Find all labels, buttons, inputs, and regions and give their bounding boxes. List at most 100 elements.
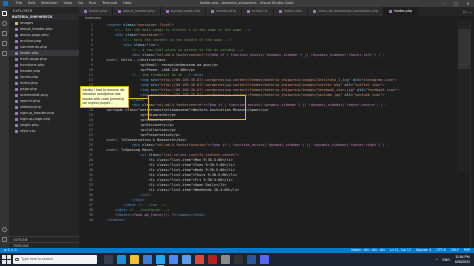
settings-icon[interactable] [221, 255, 230, 264]
edge-icon[interactable] [117, 255, 126, 264]
code-line[interactable]: 25 <div class="col-md-4 footerlocation">… [79, 143, 474, 148]
keyboard-language[interactable]: ENG [443, 258, 450, 262]
minimize-button[interactable]: – [438, 0, 450, 7]
vscode-icon[interactable] [156, 255, 165, 266]
code-line[interactable]: 30 <li class="list-item">Weds 9:30-5:00<… [79, 168, 474, 173]
menu-help[interactable]: Help [123, 0, 131, 7]
code-line[interactable]: 3 <div class="container"> [79, 33, 474, 38]
code-line[interactable]: 2 <!-- Set the main image to stretch s t… [79, 28, 474, 33]
line-number: 39 [88, 213, 93, 217]
code-line[interactable]: 31 <li class="list-item">Thurs 9:30-5:00… [79, 173, 474, 178]
menu-terminal[interactable]: Terminal [102, 0, 117, 7]
code-editor[interactable]: 40 </footer> 39 <footer><?php wp_footer()… [79, 21, 474, 248]
word-icon[interactable] [247, 255, 256, 264]
menu-selection[interactable]: Selection [41, 0, 58, 7]
code-token: src= [150, 78, 160, 82]
code-line[interactable]: 36 </div> [79, 198, 474, 203]
code-line[interactable]: 12 <img src="http://00.109.45.07/.wordpr… [79, 78, 474, 83]
store-icon[interactable] [169, 255, 178, 264]
maximize-button[interactable]: □ [450, 0, 462, 7]
search-icon[interactable] [2, 21, 7, 26]
code-line[interactable]: 11 <!-- img thumbnail bs-sh --> <div> [79, 73, 474, 78]
code-line[interactable]: 17 <div class="col-md-4 footercentre"><?… [79, 103, 474, 108]
gear-icon[interactable] [2, 237, 7, 242]
run-debug-icon[interactable] [2, 41, 7, 46]
menu-view[interactable]: View [64, 0, 73, 7]
code-line[interactable]: 33 <li class="list-item">Open Daily</li> [79, 183, 474, 188]
code-line[interactable]: 37 </div> <!-- /row --> [79, 203, 474, 208]
code-line[interactable]: 1 <footer class="container-fluid"> [79, 23, 474, 28]
photos-icon[interactable] [182, 255, 191, 264]
editor-tab[interactable]: about_header.php [112, 7, 161, 16]
code-line[interactable]: 34 <li class="list-item">Weekends 10-4:0… [79, 188, 474, 193]
code-line[interactable]: 29 <li class="list-item">Tues 9:30-5:00<… [79, 163, 474, 168]
code-line[interactable]: 24 endif; ?>Conservation & Research</div… [79, 138, 474, 143]
menu-file[interactable]: File [16, 0, 22, 7]
code-line[interactable]: 35 </ul> [79, 193, 474, 198]
filezilla-icon[interactable] [208, 255, 217, 264]
code-line[interactable]: 6 <!-- a row that gives us access to the… [79, 48, 474, 53]
terminal-icon[interactable] [234, 255, 243, 264]
editor-tab[interactable]: index.html [273, 7, 309, 16]
code-line[interactable]: 19 <p>Shipwrecks</p> [79, 113, 474, 118]
menu-go[interactable]: Go [78, 0, 83, 7]
file-item[interactable]: style.css [9, 128, 79, 134]
code-line[interactable]: 39 <footer><?php wp_footer(); ?></body><… [79, 213, 474, 218]
code-token: <div [98, 33, 126, 37]
code-line[interactable]: 9 <p>Email: reception@museum.wa.gov</p> [79, 63, 474, 68]
minimap[interactable] [458, 21, 470, 171]
account-icon[interactable] [2, 227, 7, 232]
windows-start-icon[interactable] [2, 255, 11, 264]
code-token: ><?php if ( function_exists('dynamic_sid… [205, 53, 385, 57]
editor-actions[interactable]: ▷ … [464, 7, 472, 16]
code-token: <li class="list-item">Thurs 9:30-5:00</l… [98, 173, 238, 177]
clock-date: 6/06/2022 [454, 259, 470, 264]
editor-tab[interactable]: signup-page.php [160, 7, 207, 16]
code-line[interactable]: 8 endif; hello--->Instructions [79, 58, 474, 63]
chevron-up-icon[interactable]: ^ [436, 258, 438, 262]
editor-tab[interactable]: header.php [206, 7, 242, 16]
code-line[interactable]: 10 <p>Phone: +208 120 400</p> [79, 68, 474, 73]
code-line[interactable]: 28 <li class="list-item">Mon 9:30-5:00</… [79, 158, 474, 163]
code-line[interactable]: 13 <img src="http://00.109.45.07/.wordpr… [79, 83, 474, 88]
code-line[interactable]: 22 <p>Collection</p> [79, 128, 474, 133]
chrome-icon[interactable] [195, 255, 204, 264]
code-line[interactable]: 14 <img src="http://00.109.45.07/.wordpr… [79, 88, 474, 93]
mail-icon[interactable] [143, 255, 152, 264]
editor-tab[interactable]: class-wp-bootstrap-navwalker.php [308, 7, 385, 16]
task-view-icon[interactable] [104, 255, 113, 264]
php-file-icon [313, 10, 317, 13]
code-line[interactable]: 23 <p>Preservation</p> [79, 133, 474, 138]
menu-run[interactable]: Run [89, 0, 96, 7]
line-number: 18 [88, 108, 93, 112]
clock[interactable]: 11:54 PM 6/06/2022 [455, 255, 470, 263]
editor-scrollbar[interactable] [470, 21, 474, 248]
menu-edit[interactable]: Edit [28, 0, 35, 7]
code-line[interactable]: 21 <p>Discovery</p> [79, 123, 474, 128]
editor-tabs: footer.php about_header.php signup-page.ph… [79, 7, 474, 16]
code-line[interactable]: 40 </footer> [79, 218, 474, 223]
tab-label: script1.js [251, 9, 268, 13]
code-line[interactable]: 18 <p><span class="westernaustralianmuse… [79, 108, 474, 113]
code-line[interactable]: 32 <li class="list-item">Fri 9:30-5:00</… [79, 178, 474, 183]
editor-tab[interactable]: script1.js [241, 7, 274, 16]
code-line[interactable]: 27 <ul class="list-inline justify-conten… [79, 153, 474, 158]
code-line[interactable]: 4 <!-- hold the content in the middle of… [79, 38, 474, 43]
source-control-icon[interactable] [2, 31, 7, 36]
extensions-icon[interactable] [2, 51, 7, 56]
code-line[interactable]: 26 endif; ?>Opening Hours [79, 148, 474, 153]
file-explorer-icon[interactable] [130, 255, 139, 264]
editor-tab[interactable]: footer.php [79, 7, 113, 16]
code-line[interactable]: 38 </div> <!-- /container --> [79, 208, 474, 213]
code-token: > [397, 88, 400, 92]
editor-tab[interactable]: footer.php [384, 7, 419, 16]
minimap-slider[interactable] [458, 29, 470, 69]
code-line[interactable]: 7 <div class="col-md-4 footercontact"><?… [79, 53, 474, 58]
code-line[interactable]: 20 <p>Education</p> [79, 118, 474, 123]
taskbar-search-input[interactable]: Type here to search [13, 255, 97, 264]
file-icon [15, 51, 18, 55]
explorer-icon[interactable] [2, 11, 7, 16]
close-button[interactable]: ✕ [462, 0, 474, 7]
discord-icon[interactable] [260, 255, 269, 264]
code-line[interactable]: 5 <div class="row"> [79, 43, 474, 48]
